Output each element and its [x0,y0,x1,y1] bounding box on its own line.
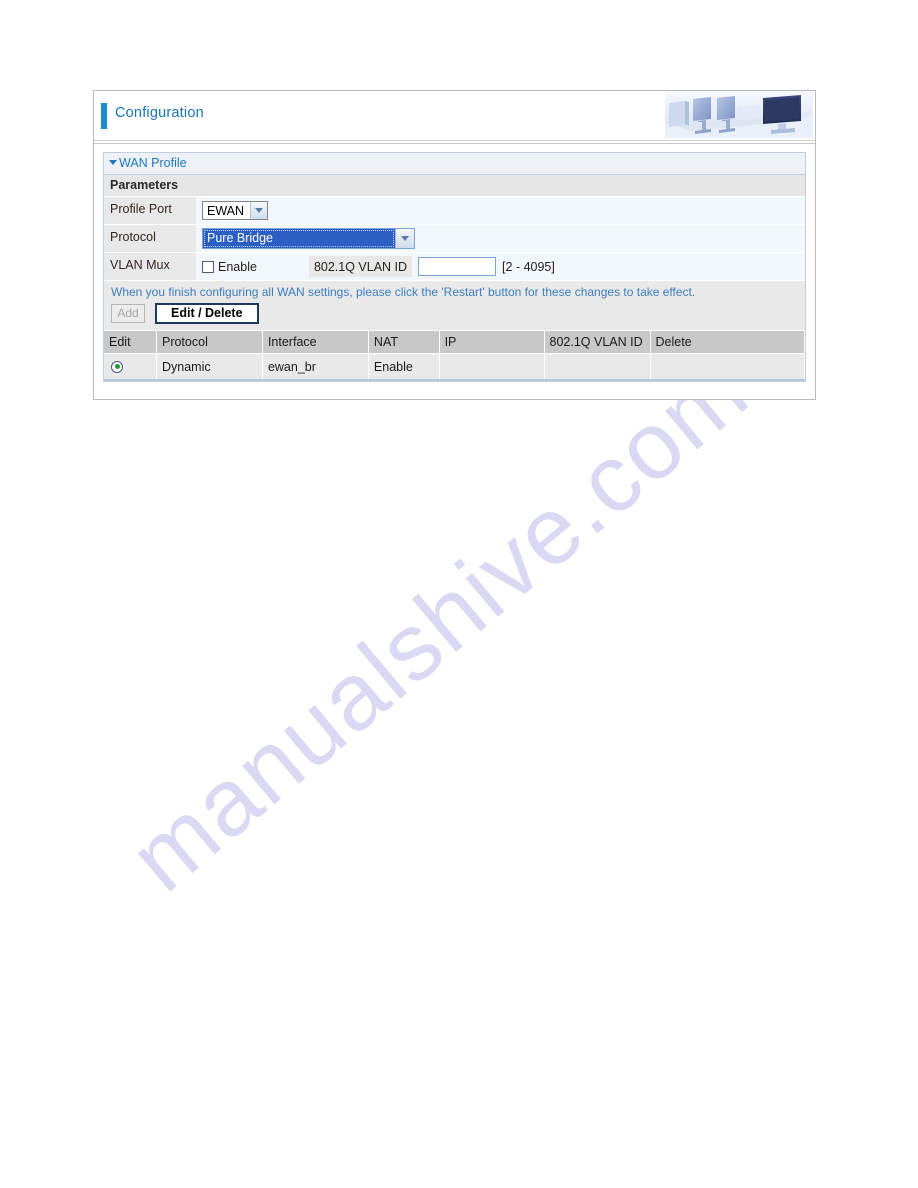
vlan-mux-enable-checkbox[interactable] [202,260,214,273]
wan-profile-title: WAN Profile [119,156,187,170]
watermark-text: manualshive.com [110,336,769,912]
wan-profile-panel: WAN Profile Parameters Profile Port EWAN… [103,152,806,382]
protocol-row: Protocol Pure Bridge [104,225,805,253]
office-photo-icon [665,91,813,138]
vlan-mux-enable-label: Enable [218,259,257,274]
vlan-mux-row: VLAN Mux Enable 802.1Q VLAN ID [2 - 4095… [104,253,805,281]
row-vlan-id [544,353,651,379]
chevron-down-icon[interactable] [395,229,414,248]
column-header-vlan-id: 802.1Q VLAN ID [544,331,651,354]
wan-profile-header[interactable]: WAN Profile [104,152,805,175]
column-header-delete: Delete [650,331,805,354]
parameters-section-header: Parameters [104,175,805,197]
protocol-field: Pure Bridge [196,225,805,252]
wan-profile-table: Edit Protocol Interface NAT IP 802.1Q VL… [104,331,805,379]
page-title: Configuration [115,105,204,121]
panel-bottom-rule [104,379,805,381]
profile-port-label: Profile Port [104,197,196,224]
column-header-protocol: Protocol [156,331,263,354]
row-nat: Enable [368,353,440,379]
row-interface: ewan_br [262,353,369,379]
page-header: Configuration [94,91,815,144]
header-accent-bar [101,103,107,129]
header-divider [94,140,815,143]
protocol-select[interactable]: Pure Bridge [202,228,415,249]
table-header-row: Edit Protocol Interface NAT IP 802.1Q VL… [104,331,805,354]
edit-radio-selected[interactable] [111,360,123,373]
office-photo-banner [665,91,813,138]
row-delete [650,353,805,379]
profile-port-row: Profile Port EWAN [104,197,805,225]
profile-port-select[interactable]: EWAN [202,201,269,220]
column-header-ip: IP [439,331,545,354]
protocol-label: Protocol [104,225,196,252]
column-header-interface: Interface [262,331,369,354]
row-edit-cell[interactable] [104,353,157,379]
vlan-id-input[interactable] [418,257,497,276]
vlan-id-range-hint: [2 - 4095] [502,259,555,274]
vlan-id-label: 802.1Q VLAN ID [308,256,413,277]
profile-port-value: EWAN [207,203,245,218]
notice-and-actions: When you finish configuring all WAN sett… [104,281,805,331]
table-row: Dynamic ewan_br Enable [104,353,805,379]
column-header-nat: NAT [368,331,440,354]
edit-delete-button[interactable]: Edit / Delete [155,303,259,324]
row-protocol: Dynamic [156,353,263,379]
vlan-mux-label: VLAN Mux [104,253,196,280]
row-ip [439,353,545,379]
router-config-panel: Configuration WAN Profile Parameters Pro… [93,90,816,400]
add-button[interactable]: Add [111,304,145,323]
restart-notice-text: When you finish configuring all WAN sett… [111,285,696,299]
profile-port-field: EWAN [196,197,805,224]
column-header-edit: Edit [104,331,157,354]
protocol-value: Pure Bridge [203,229,395,248]
chevron-down-icon [109,160,117,165]
panel-body: WAN Profile Parameters Profile Port EWAN… [94,144,815,391]
chevron-down-icon[interactable] [250,202,268,219]
action-buttons: Add Edit / Delete [111,303,805,324]
vlan-mux-field: Enable 802.1Q VLAN ID [2 - 4095] [196,253,805,280]
